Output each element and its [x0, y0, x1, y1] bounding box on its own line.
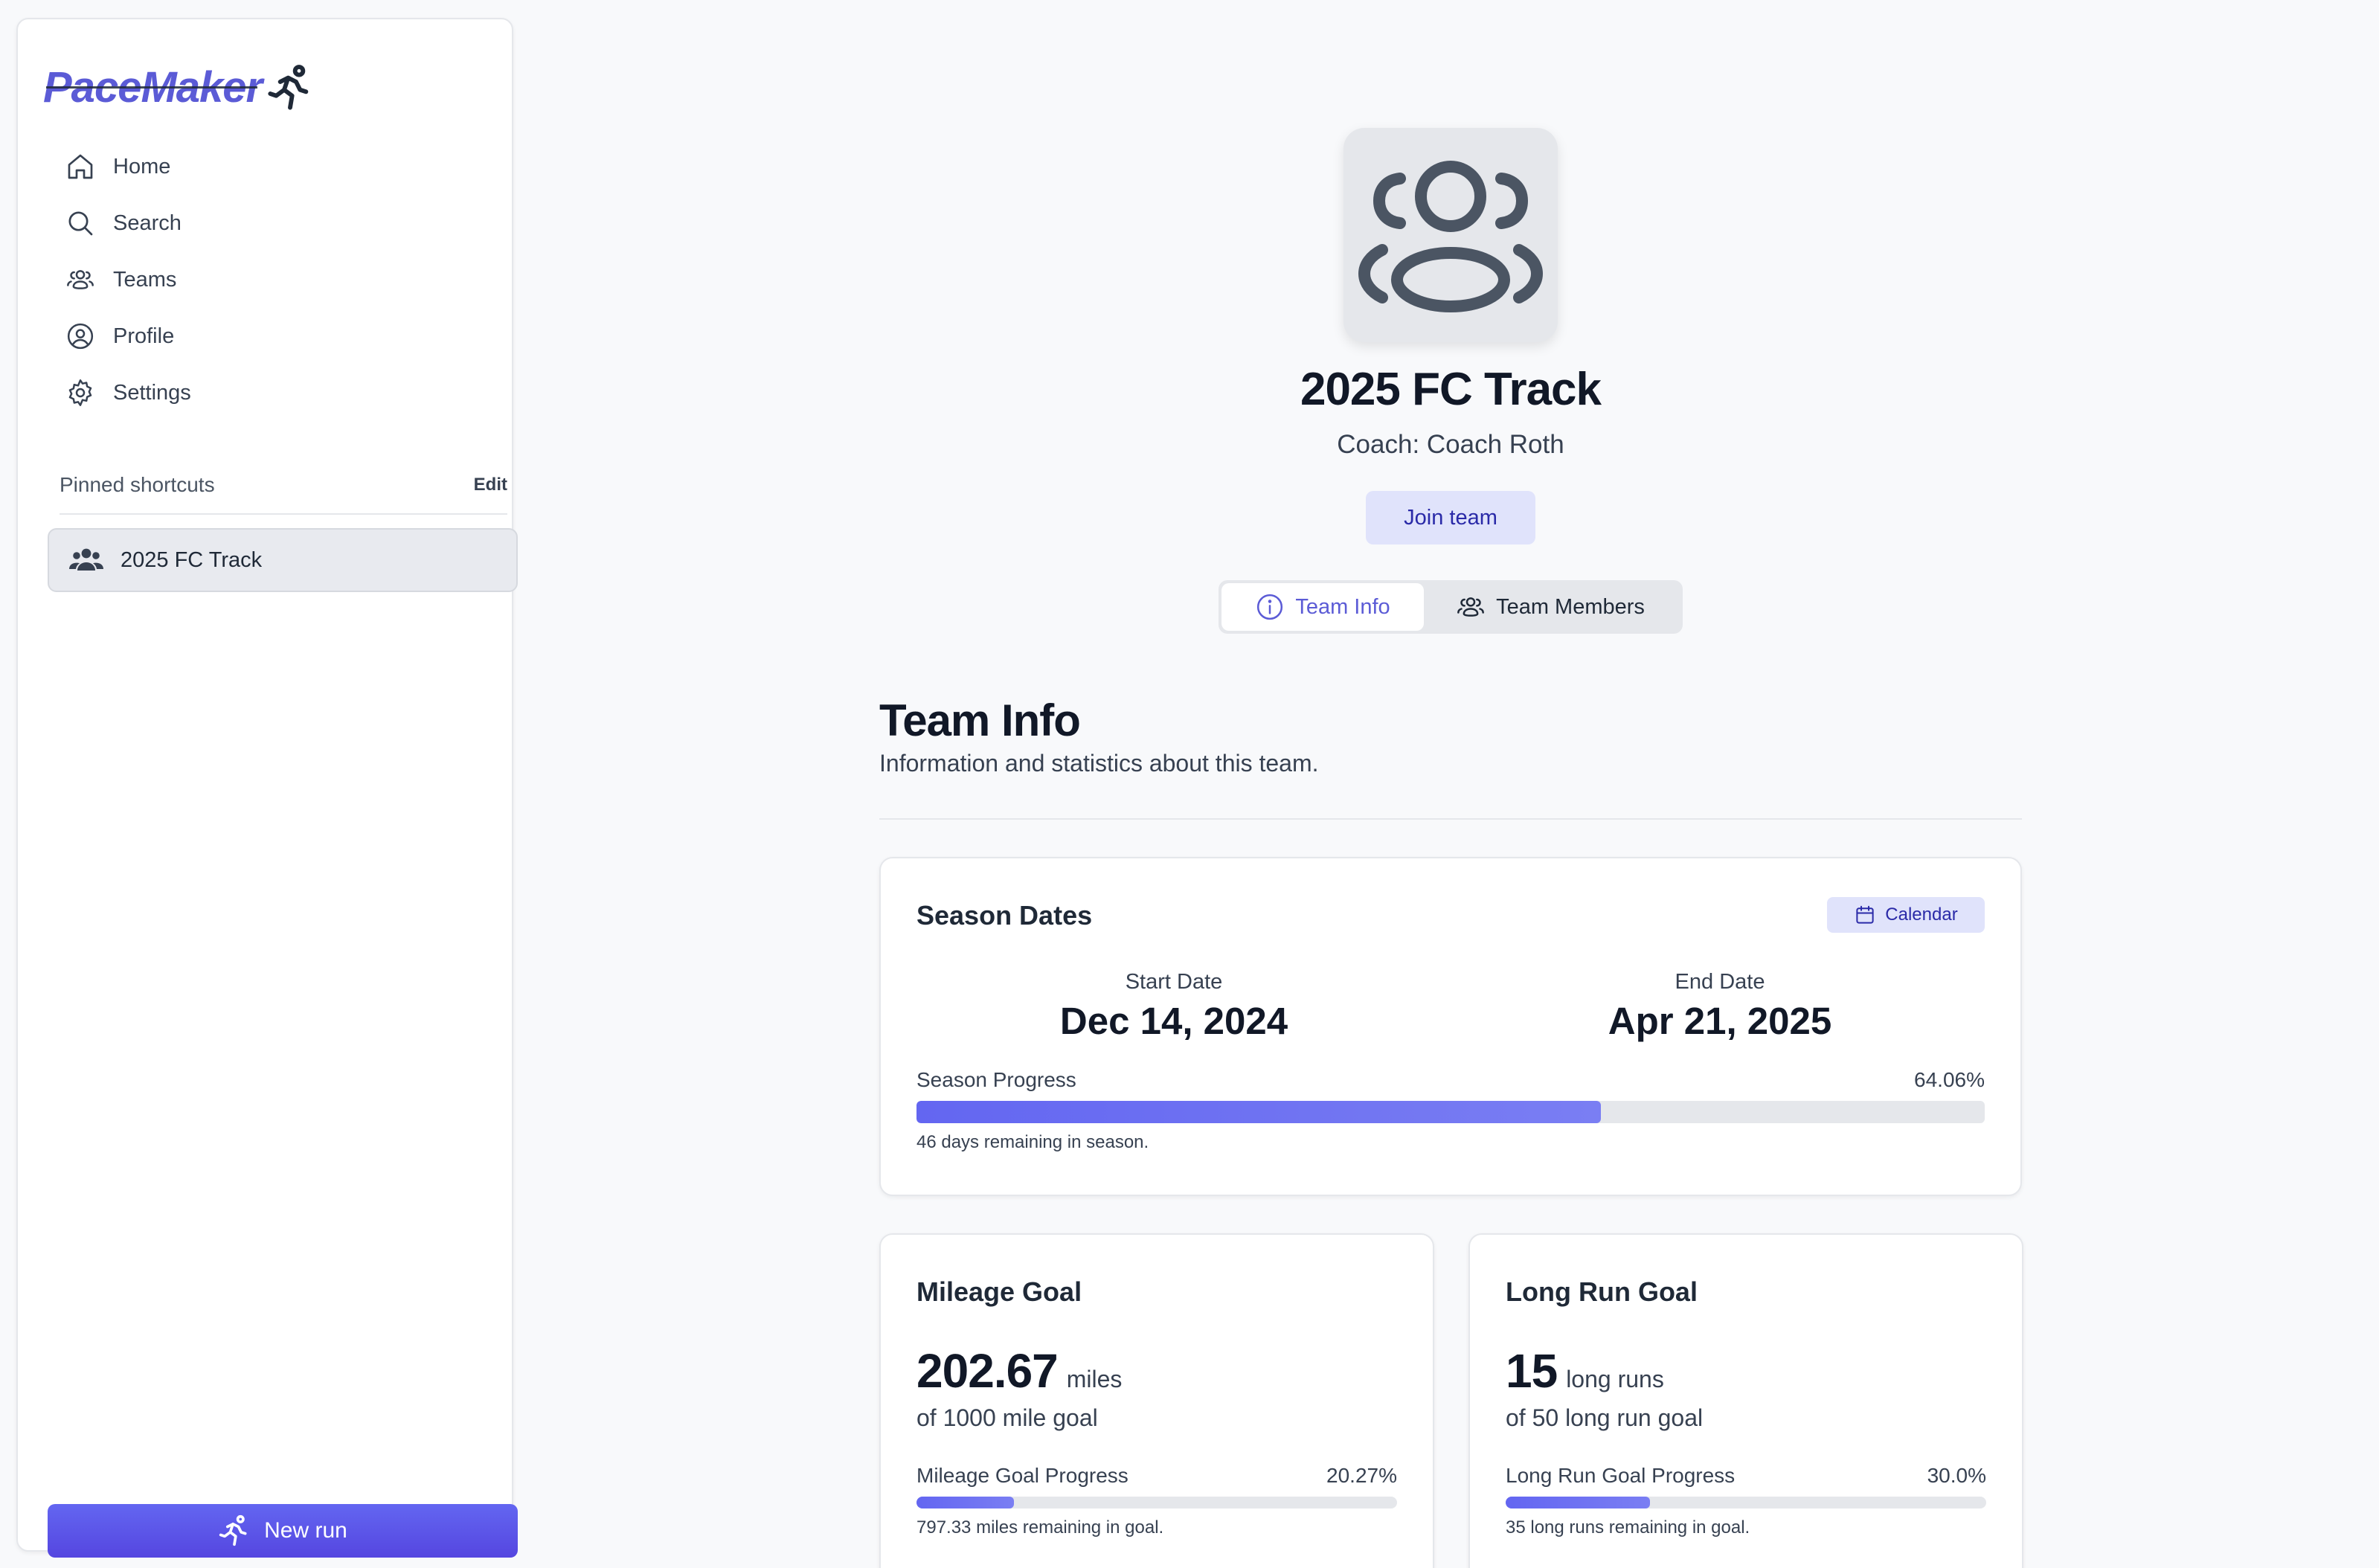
- season-progress-header: Season Progress 64.06%: [916, 1068, 1985, 1092]
- season-progress-bar: [916, 1101, 1985, 1123]
- sidebar: PaceMaker Home Search Teams Profile Sett…: [16, 18, 518, 1558]
- tab-team-info[interactable]: Team Info: [1221, 583, 1424, 631]
- pinned-shortcuts-header: Pinned shortcuts Edit: [60, 473, 507, 515]
- section-subtitle: Information and statistics about this te…: [879, 750, 1319, 777]
- team-icon: [69, 548, 103, 571]
- team-coach: Coach: Coach Roth: [1337, 430, 1564, 459]
- team-tabs: Team Info Team Members: [1219, 580, 1683, 634]
- app-name: PaceMaker: [43, 63, 263, 112]
- season-remaining-note: 46 days remaining in season.: [916, 1132, 1149, 1152]
- long-run-unit: long runs: [1566, 1366, 1664, 1392]
- pinned-item-label: 2025 FC Track: [121, 547, 263, 572]
- nav-item-search[interactable]: Search: [48, 195, 494, 251]
- pinned-item-2025-fc-track[interactable]: 2025 FC Track: [48, 528, 518, 592]
- section-divider: [879, 818, 2022, 820]
- mileage-unit: miles: [1066, 1366, 1123, 1392]
- team-group-icon: [1358, 161, 1544, 312]
- team-avatar: [1343, 128, 1558, 342]
- long-run-progress-header: Long Run Goal Progress 30.0%: [1506, 1464, 1986, 1488]
- search-icon: [68, 211, 93, 236]
- nav-item-settings[interactable]: Settings: [48, 364, 494, 421]
- tab-label: Team Members: [1496, 594, 1645, 619]
- nav-item-profile[interactable]: Profile: [48, 308, 494, 364]
- main-nav: Home Search Teams Profile Settings: [48, 138, 494, 421]
- info-icon: [1257, 594, 1283, 620]
- season-progress-label: Season Progress: [916, 1068, 1076, 1091]
- mileage-progress-label: Mileage Goal Progress: [916, 1464, 1128, 1487]
- app-logo[interactable]: PaceMaker: [43, 62, 314, 112]
- start-date-label: Start Date: [1125, 970, 1223, 994]
- calendar-icon: [1856, 905, 1874, 924]
- end-date: End Date Apr 21, 2025: [1497, 970, 1943, 1043]
- end-date-value: Apr 21, 2025: [1608, 1000, 1832, 1042]
- card-title: Long Run Goal: [1506, 1276, 1698, 1307]
- long-run-value: 15 long runs: [1506, 1343, 1664, 1398]
- mileage-value: 202.67 miles: [916, 1343, 1122, 1398]
- section-title: Team Info: [879, 695, 1081, 745]
- new-run-label: New run: [264, 1518, 347, 1543]
- nav-label: Home: [113, 154, 171, 179]
- pinned-shortcuts-title: Pinned shortcuts: [60, 473, 215, 496]
- calendar-button[interactable]: Calendar: [1827, 897, 1985, 933]
- team-name: 2025 FC Track: [1300, 364, 1602, 415]
- new-run-button[interactable]: New run: [48, 1504, 518, 1558]
- gear-icon: [68, 379, 92, 406]
- card-title: Season Dates: [916, 900, 1093, 931]
- nav-item-home[interactable]: Home: [48, 138, 494, 195]
- start-date: Start Date Dec 14, 2024: [951, 970, 1397, 1043]
- mileage-remaining-note: 797.33 miles remaining in goal.: [916, 1517, 1164, 1538]
- start-date-value: Dec 14, 2024: [1059, 1000, 1288, 1042]
- long-run-number: 15: [1506, 1344, 1558, 1398]
- mileage-progress-bar: [916, 1497, 1397, 1508]
- home-icon: [68, 154, 93, 179]
- join-team-button[interactable]: Join team: [1366, 491, 1535, 544]
- nav-item-teams[interactable]: Teams: [48, 251, 494, 308]
- long-run-goal-total: of 50 long run goal: [1506, 1404, 1704, 1431]
- runner-icon: [268, 64, 309, 110]
- mileage-progress-percent: 20.27%: [1326, 1464, 1397, 1487]
- long-run-remaining-note: 35 long runs remaining in goal.: [1506, 1517, 1750, 1538]
- calendar-label: Calendar: [1885, 905, 1958, 925]
- card-title: Mileage Goal: [916, 1276, 1082, 1307]
- mileage-goal-card: Mileage Goal 202.67 miles of 1000 mile g…: [879, 1233, 1434, 1568]
- nav-label: Settings: [113, 380, 191, 405]
- nav-label: Search: [113, 211, 182, 235]
- runner-icon: [219, 1514, 247, 1546]
- mileage-number: 202.67: [916, 1344, 1059, 1398]
- long-run-goal-card: Long Run Goal 15 long runs of 50 long ru…: [1468, 1233, 2023, 1568]
- user-circle-icon: [67, 323, 94, 350]
- users-icon: [67, 270, 94, 289]
- users-icon: [1457, 597, 1484, 617]
- nav-label: Teams: [113, 267, 177, 292]
- season-progress-percent: 64.06%: [1914, 1068, 1985, 1091]
- pinned-edit-button[interactable]: Edit: [474, 475, 507, 495]
- long-run-progress-bar: [1506, 1497, 1986, 1508]
- mileage-progress-header: Mileage Goal Progress 20.27%: [916, 1464, 1397, 1488]
- season-dates-card: Season Dates Calendar Start Date Dec 14,…: [879, 857, 2022, 1196]
- mileage-progress-fill: [916, 1497, 1014, 1508]
- season-progress-fill: [916, 1101, 1601, 1123]
- tab-label: Team Info: [1295, 594, 1390, 619]
- end-date-label: End Date: [1675, 970, 1765, 994]
- tab-team-members[interactable]: Team Members: [1424, 583, 1677, 631]
- mileage-goal-total: of 1000 mile goal: [916, 1404, 1098, 1431]
- long-run-progress-percent: 30.0%: [1927, 1464, 1986, 1487]
- long-run-progress-fill: [1506, 1497, 1650, 1508]
- nav-label: Profile: [113, 324, 175, 348]
- long-run-progress-label: Long Run Goal Progress: [1506, 1464, 1736, 1487]
